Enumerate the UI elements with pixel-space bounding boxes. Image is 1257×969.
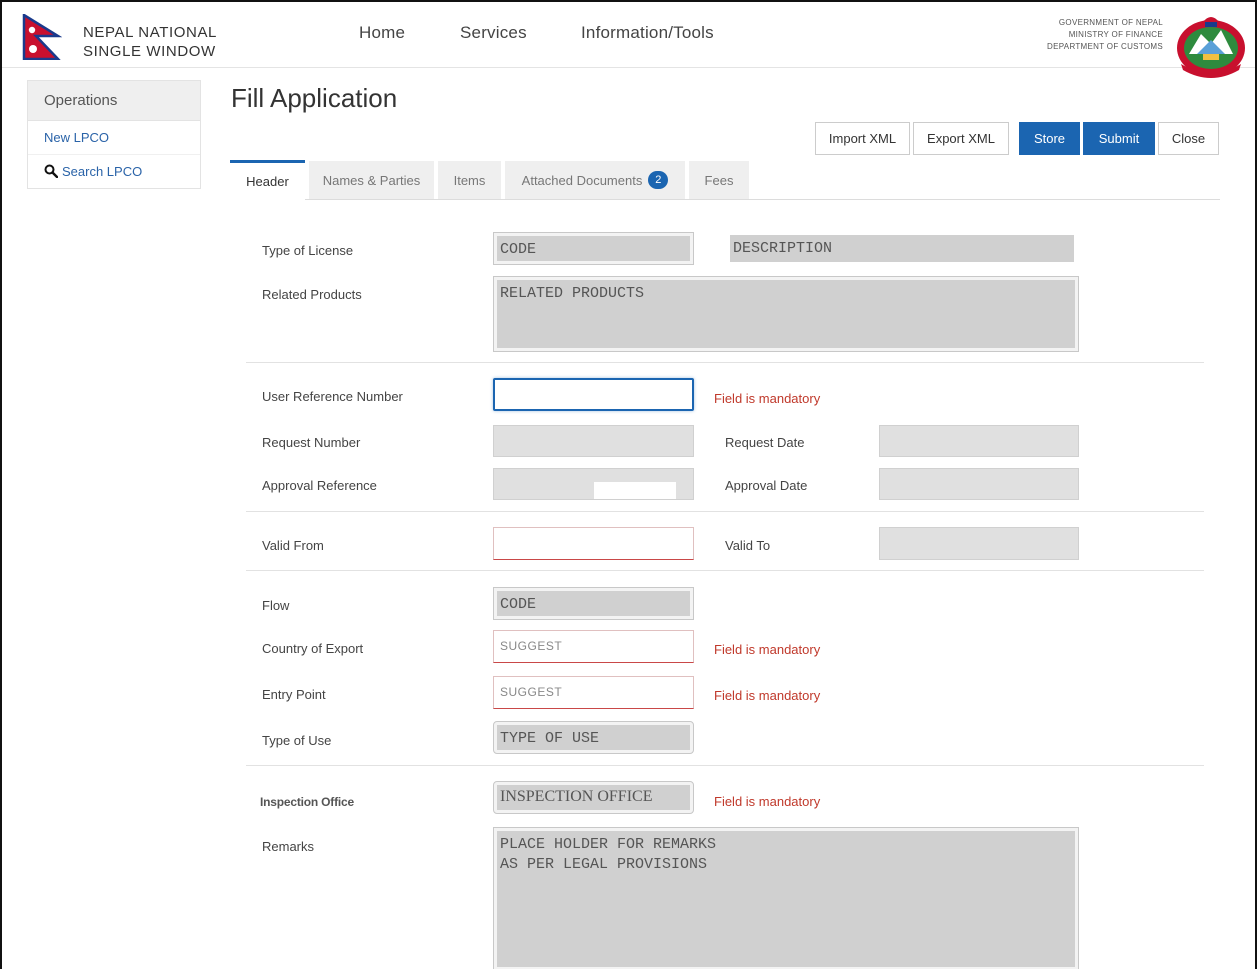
submit-button[interactable]: Submit: [1083, 122, 1155, 155]
search-icon: [44, 164, 58, 178]
country-of-export-input[interactable]: SUGGEST: [493, 630, 694, 663]
sidebar-item-new-lpco[interactable]: New LPCO: [28, 121, 200, 154]
nav-information-tools[interactable]: Information/Tools: [581, 23, 714, 43]
tab-fees[interactable]: Fees: [689, 161, 749, 199]
brand-line-2: SINGLE WINDOW: [83, 43, 216, 60]
brand-line-1: NEPAL NATIONAL: [83, 24, 217, 41]
app-window: NEPAL NATIONAL SINGLE WINDOW Home Servic…: [0, 0, 1257, 969]
type-of-license-description-field[interactable]: DESCRIPTION: [726, 232, 1078, 265]
inspection-office-field[interactable]: INSPECTION OFFICE: [493, 781, 694, 814]
tab-names-parties[interactable]: Names & Parties: [309, 161, 434, 199]
type-of-license-code-field[interactable]: CODE: [493, 232, 694, 265]
top-bar: NEPAL NATIONAL SINGLE WINDOW Home Servic…: [2, 2, 1255, 78]
type-of-license-label: Type of License: [262, 243, 354, 258]
inspection-office-error: Field is mandatory: [714, 794, 821, 809]
operations-sidebar: Operations New LPCO Search LPCO: [27, 80, 201, 189]
country-of-export-error: Field is mandatory: [714, 642, 821, 657]
section-divider: [246, 362, 1204, 363]
request-date-field[interactable]: [879, 425, 1079, 457]
type-of-use-label: Type of Use: [262, 733, 332, 748]
flow-label: Flow: [262, 598, 290, 613]
valid-to-field[interactable]: [879, 527, 1079, 560]
request-number-label: Request Number: [262, 435, 361, 450]
sidebar-item-label: New LPCO: [44, 130, 110, 145]
type-of-use-field[interactable]: TYPE OF USE: [493, 721, 694, 754]
sidebar-item-search-lpco[interactable]: Search LPCO: [28, 154, 200, 187]
sidebar-title: Operations: [28, 81, 200, 121]
valid-from-input[interactable]: [493, 527, 694, 560]
valid-from-label: Valid From: [262, 538, 324, 553]
close-button[interactable]: Close: [1158, 122, 1219, 155]
entry-point-input[interactable]: SUGGEST: [493, 676, 694, 709]
inspection-office-label: Inspection Office: [260, 795, 354, 809]
request-date-label: Request Date: [725, 435, 805, 450]
entry-point-label: Entry Point: [262, 687, 326, 702]
store-button[interactable]: Store: [1019, 122, 1080, 155]
country-of-export-label: Country of Export: [262, 641, 364, 656]
remarks-textarea[interactable]: PLACE HOLDER FOR REMARKS AS PER LEGAL PR…: [493, 827, 1079, 969]
request-number-field[interactable]: [493, 425, 694, 457]
tab-attached-documents[interactable]: Attached Documents 2: [505, 161, 685, 199]
attached-documents-count-badge: 2: [648, 171, 669, 189]
approval-date-field[interactable]: [879, 468, 1079, 500]
nepal-flag-icon: [22, 14, 62, 60]
flow-field[interactable]: CODE: [493, 587, 694, 620]
nav-services[interactable]: Services: [460, 23, 527, 43]
approval-reference-overlay: [594, 482, 676, 499]
approval-date-label: Approval Date: [725, 478, 808, 493]
nepal-emblem-icon: [1177, 17, 1245, 78]
user-reference-number-input[interactable]: [493, 378, 694, 411]
nav-home[interactable]: Home: [359, 23, 405, 43]
remarks-label: Remarks: [262, 839, 315, 854]
related-products-label: Related Products: [262, 287, 362, 302]
government-text: GOVERNMENT OF NEPAL MINISTRY OF FINANCE …: [1047, 18, 1163, 51]
import-xml-button[interactable]: Import XML: [815, 122, 910, 155]
tab-items[interactable]: Items: [438, 161, 501, 199]
entry-point-error: Field is mandatory: [714, 688, 821, 703]
section-divider: [246, 511, 1204, 512]
brand-title[interactable]: NEPAL NATIONAL SINGLE WINDOW: [83, 23, 217, 61]
page-title: Fill Application: [231, 83, 398, 113]
section-divider: [246, 765, 1204, 766]
approval-reference-field[interactable]: [493, 468, 694, 500]
related-products-field[interactable]: RELATED PRODUCTS: [493, 276, 1079, 352]
tab-header[interactable]: Header: [230, 160, 305, 200]
sidebar-item-label: Search LPCO: [62, 163, 143, 179]
valid-to-label: Valid To: [725, 538, 771, 553]
user-reference-error: Field is mandatory: [714, 391, 821, 406]
approval-reference-label: Approval Reference: [262, 478, 377, 493]
user-reference-number-label: User Reference Number: [262, 389, 403, 404]
section-divider: [246, 570, 1204, 571]
tab-bar: Header Names & Parties Items Attached Do…: [230, 160, 1220, 200]
export-xml-button[interactable]: Export XML: [913, 122, 1009, 155]
